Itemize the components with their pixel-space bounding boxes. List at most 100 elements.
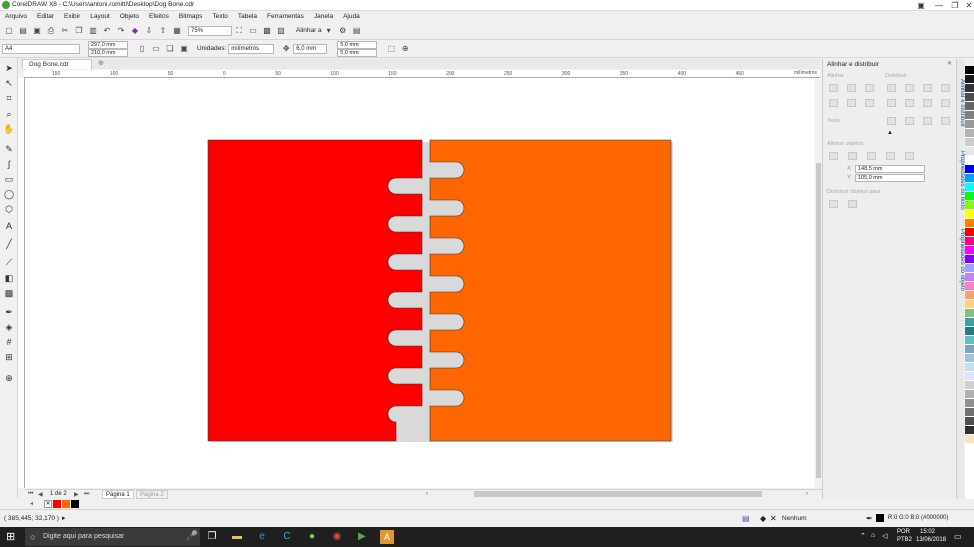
interactive-fill-icon[interactable]: ◈ — [3, 321, 15, 333]
first-page-icon[interactable]: ⏮ — [28, 491, 33, 498]
coreldraw-taskbar-icon[interactable]: ● — [305, 530, 319, 544]
tab-dog-bone[interactable]: Dog Bone.cdr — [22, 59, 92, 69]
app-launcher-icon[interactable]: ▤ — [351, 25, 363, 36]
align-bottom-icon[interactable] — [865, 99, 874, 107]
text-tool-icon[interactable]: A — [3, 220, 15, 232]
menu-efeitos[interactable]: Efeitos — [144, 11, 174, 22]
dimension-tool-icon[interactable]: ╱ — [3, 238, 15, 250]
palette-swatch[interactable] — [965, 219, 974, 228]
app-green-icon[interactable]: ▶ — [355, 530, 369, 544]
nudge-distance-input[interactable]: 6,0 mm — [293, 43, 328, 54]
paste-icon[interactable]: ▥ — [87, 25, 99, 36]
task-view-icon[interactable]: ❐ — [205, 530, 219, 544]
palette-swatch[interactable] — [965, 210, 974, 219]
menu-texto[interactable]: Texto — [207, 11, 233, 22]
palette-swatch[interactable] — [965, 75, 974, 84]
black-swatch[interactable] — [71, 500, 79, 508]
palette-swatch[interactable] — [965, 336, 974, 345]
menu-tabela[interactable]: Tabela — [233, 11, 262, 22]
side-tab-text-props[interactable]: Propriedades do texto — [957, 151, 965, 210]
palette-swatch[interactable] — [965, 399, 974, 408]
vertical-scrollbar[interactable] — [815, 78, 822, 488]
palette-swatch[interactable] — [965, 84, 974, 93]
app-c-icon[interactable]: C — [280, 530, 294, 544]
zoom-tool-icon[interactable]: ⌕ — [3, 108, 15, 120]
drop-shadow-icon[interactable]: ◧ — [3, 272, 15, 284]
palette-swatch[interactable] — [965, 300, 974, 309]
cut-icon[interactable]: ✂ — [59, 25, 71, 36]
app-a-icon[interactable]: A — [380, 530, 394, 544]
language-indicator[interactable]: POR — [897, 529, 910, 535]
palette-swatch[interactable] — [965, 93, 974, 102]
show-guidelines-icon[interactable]: ▧ — [275, 25, 287, 36]
smart-fill-icon[interactable]: # — [3, 336, 15, 348]
palette-swatch[interactable] — [965, 138, 974, 147]
palette-swatch[interactable] — [965, 102, 974, 111]
page-height-input[interactable]: 210,0 mm — [88, 48, 128, 57]
menu-layout[interactable]: Layout — [85, 11, 115, 22]
redo-icon[interactable]: ↷ — [115, 25, 127, 36]
menu-ajuda[interactable]: Ajuda — [338, 11, 365, 22]
palette-swatch[interactable] — [965, 174, 974, 183]
network-icon[interactable]: ⌂ — [871, 532, 875, 539]
help-icon[interactable]: ▣ — [912, 0, 930, 11]
palette-swatch[interactable] — [965, 381, 974, 390]
distribute-spacing-icon[interactable] — [923, 84, 932, 92]
mesh-fill-icon[interactable]: ⊞ — [3, 351, 15, 363]
align-left-icon[interactable] — [829, 84, 838, 92]
export-icon[interactable]: ⇧ — [157, 25, 169, 36]
palette-menu-icon[interactable]: ◂ — [30, 500, 33, 507]
palette-swatch[interactable] — [965, 129, 974, 138]
align-center-v-icon[interactable] — [847, 99, 856, 107]
pan-tool-icon[interactable]: ✋ — [3, 123, 15, 135]
current-page-icon[interactable]: ▣ — [178, 43, 190, 54]
taskbar-search-input[interactable]: ○ Digite aqui para pesquisar — [25, 528, 200, 546]
ellipse-tool-icon[interactable]: ◯ — [3, 188, 15, 200]
palette-swatch[interactable] — [965, 318, 974, 327]
connector-tool-icon[interactable]: ⟋ — [3, 256, 15, 268]
text-bbox-icon[interactable] — [923, 117, 932, 125]
align-right-icon[interactable] — [865, 84, 874, 92]
windows-start-icon[interactable]: ⊞ — [6, 530, 15, 543]
palette-swatch[interactable] — [965, 192, 974, 201]
next-page-icon[interactable]: ▶ — [74, 491, 79, 498]
full-screen-icon[interactable]: ⛶ — [233, 25, 245, 36]
palette-swatch[interactable] — [965, 354, 974, 363]
palette-swatch[interactable] — [965, 165, 974, 174]
palette-swatch[interactable] — [965, 237, 974, 246]
palette-swatch[interactable] — [965, 363, 974, 372]
side-tab-align[interactable]: Alinhar e distribuir — [957, 79, 965, 127]
edge-browser-icon[interactable]: e — [255, 530, 269, 544]
distribute-top-icon[interactable] — [887, 99, 896, 107]
color-proof-icon[interactable]: ▤ — [742, 514, 750, 523]
tab-pagina-2[interactable]: Página 2 — [136, 490, 168, 499]
palette-swatch[interactable] — [965, 201, 974, 210]
palette-swatch[interactable] — [965, 264, 974, 273]
palette-swatch[interactable] — [965, 66, 974, 75]
copy-icon[interactable]: ❐ — [73, 25, 85, 36]
distribute-to-selection-icon[interactable] — [829, 200, 838, 208]
new-document-icon[interactable]: ▢ — [3, 25, 15, 36]
palette-swatch[interactable] — [965, 327, 974, 336]
distribute-bottom-icon[interactable] — [941, 99, 950, 107]
palette-swatch[interactable] — [965, 390, 974, 399]
prev-page-icon[interactable]: ◀ — [38, 491, 43, 498]
distribute-middle-icon[interactable] — [905, 99, 914, 107]
text-last-line-icon[interactable] — [905, 117, 914, 125]
palette-swatch[interactable] — [965, 111, 974, 120]
active-objects-icon[interactable] — [829, 152, 838, 160]
open-icon[interactable]: ▤ — [17, 25, 29, 36]
distribute-left-icon[interactable] — [887, 84, 896, 92]
last-page-icon[interactable]: ⏭ — [84, 491, 89, 498]
page-center-icon[interactable] — [867, 152, 876, 160]
side-tab-object-props[interactable]: Propriedades do objeto — [957, 229, 965, 291]
horizontal-scroll-thumb[interactable] — [474, 491, 762, 497]
artistic-media-icon[interactable]: ʃ — [3, 158, 15, 170]
page-width-input[interactable]: 297,0 mm — [88, 40, 128, 49]
menu-exibir[interactable]: Exibir — [59, 11, 85, 22]
palette-swatch[interactable] — [965, 156, 974, 165]
no-color-swatch[interactable]: ✕ — [44, 500, 52, 508]
status-arrow-icon[interactable]: ▸ — [62, 514, 66, 522]
palette-swatch[interactable] — [965, 147, 974, 156]
chrome-icon[interactable]: ◉ — [330, 530, 344, 544]
